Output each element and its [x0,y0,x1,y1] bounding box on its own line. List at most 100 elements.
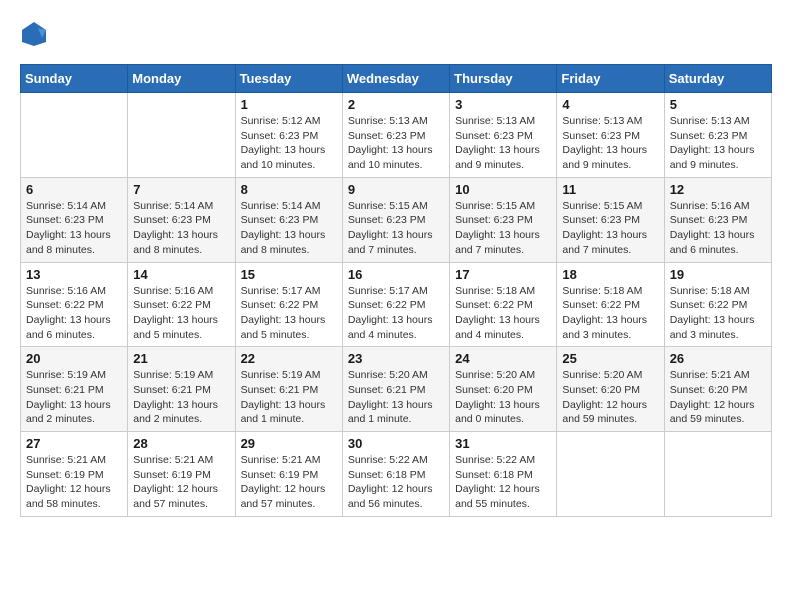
day-number: 10 [455,182,551,197]
cell-info: Sunrise: 5:16 AM Sunset: 6:22 PM Dayligh… [133,285,218,341]
calendar-cell [21,93,128,178]
cell-info: Sunrise: 5:19 AM Sunset: 6:21 PM Dayligh… [133,369,218,425]
calendar-cell: 5 Sunrise: 5:13 AM Sunset: 6:23 PM Daylig… [664,93,771,178]
calendar-cell: 16Sunrise: 5:17 AM Sunset: 6:22 PM Dayli… [342,262,449,347]
day-header-saturday: Saturday [664,65,771,93]
calendar-cell: 8 Sunrise: 5:14 AM Sunset: 6:23 PM Daylig… [235,177,342,262]
cell-info: Sunrise: 5:13 AM Sunset: 6:23 PM Dayligh… [670,115,755,171]
day-header-monday: Monday [128,65,235,93]
cell-info: Sunrise: 5:16 AM Sunset: 6:22 PM Dayligh… [26,285,111,341]
cell-info: Sunrise: 5:16 AM Sunset: 6:23 PM Dayligh… [670,200,755,256]
cell-info: Sunrise: 5:20 AM Sunset: 6:20 PM Dayligh… [562,369,647,425]
cell-info: Sunrise: 5:20 AM Sunset: 6:20 PM Dayligh… [455,369,540,425]
cell-info: Sunrise: 5:18 AM Sunset: 6:22 PM Dayligh… [455,285,540,341]
day-number: 5 [670,97,766,112]
day-number: 3 [455,97,551,112]
day-number: 22 [241,351,337,366]
calendar-week-row: 1 Sunrise: 5:12 AM Sunset: 6:23 PM Daylig… [21,93,772,178]
day-number: 19 [670,267,766,282]
day-number: 29 [241,436,337,451]
day-number: 26 [670,351,766,366]
cell-info: Sunrise: 5:21 AM Sunset: 6:19 PM Dayligh… [133,454,218,510]
calendar-cell: 18Sunrise: 5:18 AM Sunset: 6:22 PM Dayli… [557,262,664,347]
cell-info: Sunrise: 5:20 AM Sunset: 6:21 PM Dayligh… [348,369,433,425]
calendar-cell: 14 Sunrise: 5:16 AM Sunset: 6:22 PM Dayli… [128,262,235,347]
day-number: 15 [241,267,337,282]
cell-info: Sunrise: 5:19 AM Sunset: 6:21 PM Dayligh… [26,369,111,425]
calendar-cell: 27 Sunrise: 5:21 AM Sunset: 6:19 PM Dayli… [21,432,128,517]
day-number: 6 [26,182,122,197]
calendar-cell: 26 Sunrise: 5:21 AM Sunset: 6:20 PM Dayli… [664,347,771,432]
calendar-cell [557,432,664,517]
day-header-thursday: Thursday [450,65,557,93]
calendar-cell: 17Sunrise: 5:18 AM Sunset: 6:22 PM Dayli… [450,262,557,347]
calendar-cell: 2 Sunrise: 5:13 AM Sunset: 6:23 PM Daylig… [342,93,449,178]
day-number: 20 [26,351,122,366]
calendar-cell [128,93,235,178]
day-number: 21 [133,351,229,366]
day-number: 1 [241,97,337,112]
cell-info: Sunrise: 5:15 AM Sunset: 6:23 PM Dayligh… [455,200,540,256]
calendar-cell: 11 Sunrise: 5:15 AM Sunset: 6:23 PM Dayli… [557,177,664,262]
cell-info: Sunrise: 5:15 AM Sunset: 6:23 PM Dayligh… [562,200,647,256]
cell-info: Sunrise: 5:18 AM Sunset: 6:22 PM Dayligh… [562,285,647,341]
day-number: 12 [670,182,766,197]
calendar-cell: 3 Sunrise: 5:13 AM Sunset: 6:23 PM Daylig… [450,93,557,178]
cell-info: Sunrise: 5:13 AM Sunset: 6:23 PM Dayligh… [348,115,433,171]
cell-info: Sunrise: 5:15 AM Sunset: 6:23 PM Dayligh… [348,200,433,256]
cell-info: Sunrise: 5:14 AM Sunset: 6:23 PM Dayligh… [241,200,326,256]
cell-info: Sunrise: 5:21 AM Sunset: 6:19 PM Dayligh… [241,454,326,510]
cell-info: Sunrise: 5:13 AM Sunset: 6:23 PM Dayligh… [455,115,540,171]
calendar-table: SundayMondayTuesdayWednesdayThursdayFrid… [20,64,772,517]
calendar-cell: 10 Sunrise: 5:15 AM Sunset: 6:23 PM Dayli… [450,177,557,262]
calendar-cell: 13 Sunrise: 5:16 AM Sunset: 6:22 PM Dayli… [21,262,128,347]
calendar-cell: 4 Sunrise: 5:13 AM Sunset: 6:23 PM Daylig… [557,93,664,178]
calendar-cell: 30Sunrise: 5:22 AM Sunset: 6:18 PM Dayli… [342,432,449,517]
calendar-header-row: SundayMondayTuesdayWednesdayThursdayFrid… [21,65,772,93]
day-number: 25 [562,351,658,366]
calendar-week-row: 20 Sunrise: 5:19 AM Sunset: 6:21 PM Dayli… [21,347,772,432]
calendar-cell: 12 Sunrise: 5:16 AM Sunset: 6:23 PM Dayli… [664,177,771,262]
cell-info: Sunrise: 5:13 AM Sunset: 6:23 PM Dayligh… [562,115,647,171]
day-number: 8 [241,182,337,197]
day-number: 14 [133,267,229,282]
calendar-cell: 31Sunrise: 5:22 AM Sunset: 6:18 PM Dayli… [450,432,557,517]
page-header [20,20,772,48]
calendar-cell: 22Sunrise: 5:19 AM Sunset: 6:21 PM Dayli… [235,347,342,432]
calendar-cell [664,432,771,517]
calendar-week-row: 6 Sunrise: 5:14 AM Sunset: 6:23 PM Daylig… [21,177,772,262]
calendar-cell: 19 Sunrise: 5:18 AM Sunset: 6:22 PM Dayli… [664,262,771,347]
calendar-cell: 6 Sunrise: 5:14 AM Sunset: 6:23 PM Daylig… [21,177,128,262]
cell-info: Sunrise: 5:21 AM Sunset: 6:19 PM Dayligh… [26,454,111,510]
day-header-sunday: Sunday [21,65,128,93]
calendar-cell: 7Sunrise: 5:14 AM Sunset: 6:23 PM Daylig… [128,177,235,262]
calendar-cell: 15 Sunrise: 5:17 AM Sunset: 6:22 PM Dayli… [235,262,342,347]
cell-info: Sunrise: 5:22 AM Sunset: 6:18 PM Dayligh… [455,454,540,510]
calendar-cell: 1 Sunrise: 5:12 AM Sunset: 6:23 PM Daylig… [235,93,342,178]
logo [20,20,52,48]
cell-info: Sunrise: 5:14 AM Sunset: 6:23 PM Dayligh… [26,200,111,256]
cell-info: Sunrise: 5:17 AM Sunset: 6:22 PM Dayligh… [241,285,326,341]
day-number: 28 [133,436,229,451]
cell-info: Sunrise: 5:21 AM Sunset: 6:20 PM Dayligh… [670,369,755,425]
calendar-cell: 24 Sunrise: 5:20 AM Sunset: 6:20 PM Dayli… [450,347,557,432]
day-number: 9 [348,182,444,197]
day-number: 24 [455,351,551,366]
day-number: 2 [348,97,444,112]
day-number: 27 [26,436,122,451]
day-number: 13 [26,267,122,282]
calendar-week-row: 13 Sunrise: 5:16 AM Sunset: 6:22 PM Dayli… [21,262,772,347]
day-number: 4 [562,97,658,112]
cell-info: Sunrise: 5:14 AM Sunset: 6:23 PM Dayligh… [133,200,218,256]
day-number: 16 [348,267,444,282]
cell-info: Sunrise: 5:12 AM Sunset: 6:23 PM Dayligh… [241,115,326,171]
day-header-wednesday: Wednesday [342,65,449,93]
cell-info: Sunrise: 5:18 AM Sunset: 6:22 PM Dayligh… [670,285,755,341]
calendar-cell: 9 Sunrise: 5:15 AM Sunset: 6:23 PM Daylig… [342,177,449,262]
calendar-cell: 21 Sunrise: 5:19 AM Sunset: 6:21 PM Dayli… [128,347,235,432]
day-number: 30 [348,436,444,451]
day-number: 11 [562,182,658,197]
calendar-week-row: 27 Sunrise: 5:21 AM Sunset: 6:19 PM Dayli… [21,432,772,517]
calendar-cell: 25 Sunrise: 5:20 AM Sunset: 6:20 PM Dayli… [557,347,664,432]
calendar-cell: 23Sunrise: 5:20 AM Sunset: 6:21 PM Dayli… [342,347,449,432]
